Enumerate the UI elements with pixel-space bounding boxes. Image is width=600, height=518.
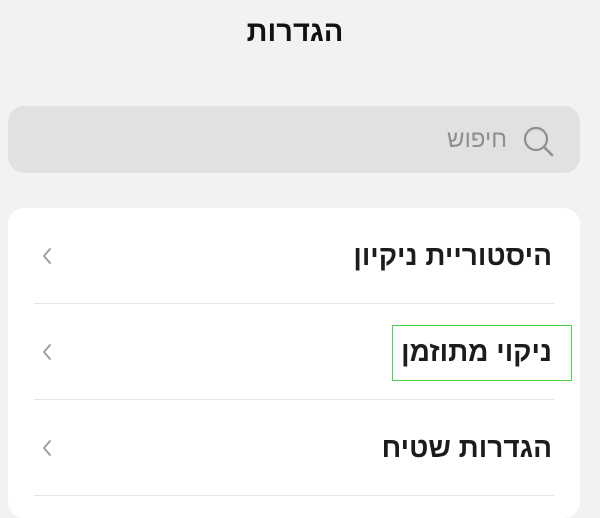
settings-item-label: היסטוריית ניקיון: [353, 240, 552, 271]
settings-item-cleaning-history[interactable]: היסטוריית ניקיון: [8, 208, 580, 304]
chevron-left-icon: [43, 248, 51, 264]
search-bar[interactable]: חיפוש: [8, 106, 580, 173]
settings-item-carpet-settings[interactable]: הגדרות שטיח: [8, 400, 580, 496]
search-placeholder: חיפוש: [447, 126, 507, 153]
page-title: הגדרות: [246, 16, 344, 48]
chevron-left-icon: [43, 344, 51, 360]
settings-list: היסטוריית ניקיון ניקוי מתוזמן הגדרות שטי…: [8, 208, 580, 518]
search-icon: [523, 126, 554, 157]
settings-item-label: הגדרות שטיח: [381, 432, 552, 463]
divider: [34, 495, 554, 496]
chevron-left-icon: [43, 440, 51, 456]
settings-item-scheduled-cleaning[interactable]: ניקוי מתוזמן: [8, 304, 580, 400]
settings-item-label: ניקוי מתוזמן: [401, 336, 552, 367]
